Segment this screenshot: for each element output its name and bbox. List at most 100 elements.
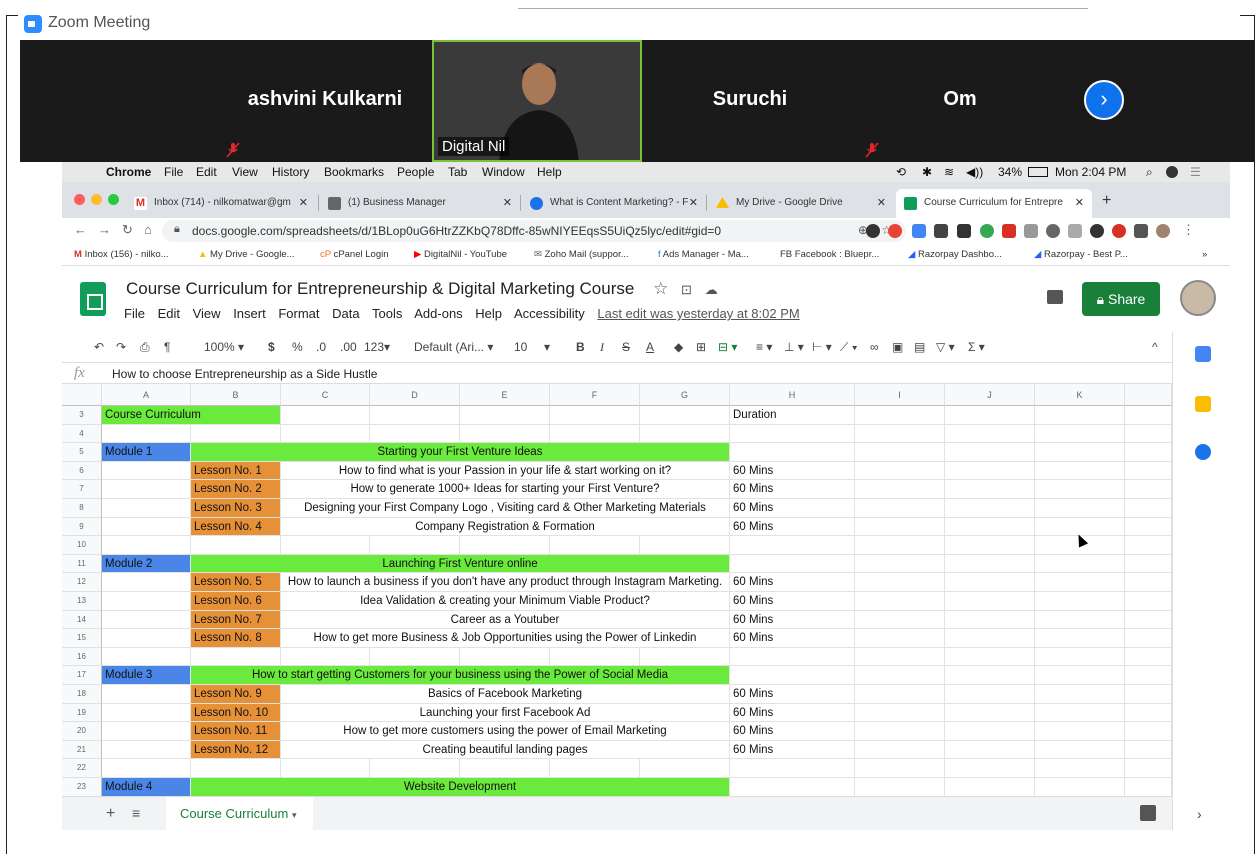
cell[interactable]: [550, 759, 640, 778]
cell[interactable]: [730, 778, 855, 796]
functions-icon[interactable]: Σ ▾: [968, 340, 985, 354]
cell[interactable]: [945, 554, 1035, 574]
row-header[interactable]: 15: [62, 629, 102, 648]
course-curriculum-cell[interactable]: Course Curriculum: [102, 406, 281, 425]
extension-icon[interactable]: [934, 224, 948, 238]
explore-icon[interactable]: [1140, 805, 1156, 821]
cell[interactable]: [1035, 480, 1125, 499]
wifi-icon[interactable]: ≋: [944, 165, 954, 179]
participant-tile[interactable]: ashvini Kulkarni: [220, 40, 430, 162]
cell[interactable]: [855, 480, 945, 499]
next-page-chevron-icon[interactable]: ›: [1084, 80, 1124, 120]
cell[interactable]: [730, 443, 855, 462]
duration-cell[interactable]: 60 Mins: [730, 610, 855, 630]
lesson-topic-cell[interactable]: How to get more Business & Job Opportuni…: [281, 629, 730, 648]
lesson-topic-cell[interactable]: Designing your First Company Logo , Visi…: [281, 499, 730, 518]
lesson-topic-cell[interactable]: How to launch a business if you don't ha…: [281, 573, 730, 592]
menu-view[interactable]: View: [193, 306, 221, 321]
strikethrough-icon[interactable]: S: [622, 340, 630, 354]
cell[interactable]: [945, 406, 1035, 425]
row-header[interactable]: 7: [62, 480, 102, 499]
lesson-number-cell[interactable]: Lesson No. 10: [191, 703, 281, 723]
extensions-puzzle-icon[interactable]: [1134, 224, 1148, 238]
cell[interactable]: [640, 406, 730, 425]
duration-cell[interactable]: 60 Mins: [730, 722, 855, 741]
lesson-topic-cell[interactable]: Company Registration & Formation: [281, 517, 730, 537]
volume-icon[interactable]: ◀)): [966, 165, 983, 179]
module-title-cell[interactable]: Launching First Venture online: [191, 554, 730, 574]
cell[interactable]: [102, 759, 191, 778]
sheet-tab[interactable]: Course Curriculum ▾: [166, 797, 313, 831]
extension-icon[interactable]: [1024, 224, 1038, 238]
module-cell[interactable]: Module 3: [102, 666, 191, 685]
menu-add-ons[interactable]: Add-ons: [414, 306, 462, 321]
cell[interactable]: [855, 740, 945, 760]
menu-clock[interactable]: Mon 2:04 PM: [1055, 165, 1126, 179]
cell[interactable]: [460, 647, 550, 667]
cell[interactable]: [281, 759, 370, 778]
cell[interactable]: [1125, 461, 1172, 481]
cell[interactable]: [102, 647, 191, 667]
cell[interactable]: [1035, 592, 1125, 611]
calendar-icon[interactable]: [1195, 346, 1211, 362]
cell[interactable]: [945, 480, 1035, 499]
module-cell[interactable]: Module 2: [102, 554, 191, 574]
duration-cell[interactable]: 60 Mins: [730, 629, 855, 648]
row-header[interactable]: 23: [62, 778, 102, 796]
cell[interactable]: [945, 573, 1035, 592]
cell[interactable]: [1035, 443, 1125, 462]
column-header[interactable]: A: [102, 384, 191, 406]
cell[interactable]: [1035, 424, 1125, 444]
keep-icon[interactable]: [1195, 396, 1211, 412]
cloud-saved-icon[interactable]: ☁: [705, 282, 718, 297]
cell[interactable]: [460, 424, 550, 444]
menu-app-name[interactable]: Chrome: [106, 165, 151, 179]
module-title-cell[interactable]: Starting your First Venture Ideas: [191, 443, 730, 462]
row-header[interactable]: 10: [62, 536, 102, 555]
cell[interactable]: [191, 536, 281, 555]
cell[interactable]: [730, 759, 855, 778]
cell[interactable]: [1125, 740, 1172, 760]
cell[interactable]: [945, 424, 1035, 444]
cell[interactable]: [1035, 554, 1125, 574]
insert-link-icon[interactable]: ∞: [870, 340, 879, 354]
cell[interactable]: [370, 647, 460, 667]
cell[interactable]: [945, 592, 1035, 611]
bookmark-item[interactable]: cP cPanel Login: [320, 249, 389, 260]
cell[interactable]: [855, 573, 945, 592]
cell[interactable]: [1125, 554, 1172, 574]
cell[interactable]: [1125, 666, 1172, 685]
chevron-down-icon[interactable]: ▾: [292, 810, 297, 820]
font-select[interactable]: Default (Ari... ▾: [414, 340, 493, 354]
row-header[interactable]: 18: [62, 685, 102, 704]
account-avatar[interactable]: [1180, 280, 1216, 316]
collapse-toolbar-icon[interactable]: ^: [1152, 340, 1158, 354]
horizontal-align-icon[interactable]: ≡ ▾: [756, 340, 772, 354]
all-sheets-icon[interactable]: ≡: [132, 805, 140, 821]
cell[interactable]: [855, 517, 945, 537]
cell[interactable]: [191, 759, 281, 778]
cell[interactable]: [945, 517, 1035, 537]
cell[interactable]: [102, 424, 191, 444]
row-header[interactable]: 11: [62, 554, 102, 574]
cell[interactable]: [730, 666, 855, 685]
bold-icon[interactable]: B: [576, 340, 585, 354]
cell[interactable]: [640, 759, 730, 778]
column-header[interactable]: D: [370, 384, 460, 406]
cell[interactable]: [1035, 629, 1125, 648]
lesson-number-cell[interactable]: Lesson No. 6: [191, 592, 281, 611]
menu-bookmarks[interactable]: Bookmarks: [324, 165, 384, 179]
menu-view[interactable]: View: [232, 165, 258, 179]
cell[interactable]: [730, 424, 855, 444]
browser-tab[interactable]: What is Content Marketing? - F ✕: [522, 189, 706, 218]
print-icon[interactable]: ⎙: [140, 340, 150, 355]
fill-color-icon[interactable]: ◆: [674, 340, 683, 354]
bookmark-item[interactable]: ✉ Zoho Mail (suppor...: [534, 249, 629, 260]
lesson-number-cell[interactable]: Lesson No. 2: [191, 480, 281, 499]
cell[interactable]: [945, 443, 1035, 462]
bookmark-item[interactable]: M Inbox (156) - nilko...: [74, 249, 169, 260]
column-header[interactable]: K: [1035, 384, 1125, 406]
cell[interactable]: [855, 461, 945, 481]
close-tab-icon[interactable]: ✕: [1075, 196, 1084, 209]
cell[interactable]: [1035, 647, 1125, 667]
